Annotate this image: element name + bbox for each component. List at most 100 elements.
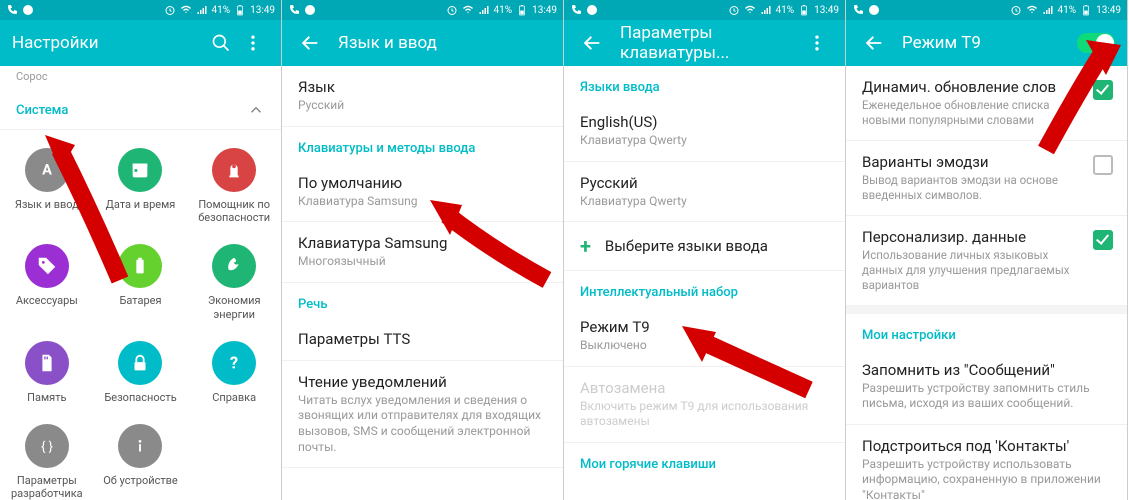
- item-default[interactable]: По умолчанию Клавиатура Samsung: [282, 162, 563, 223]
- app-bar: Язык и ввод: [282, 20, 563, 66]
- plus-icon: +: [580, 234, 591, 258]
- clock: 13:49: [532, 5, 557, 16]
- cal-icon: [118, 148, 162, 192]
- svg-text:?: ?: [230, 354, 238, 373]
- value: Клавиатура Qwerty: [580, 194, 829, 210]
- content: Динамич. обновление слов Еженедельное об…: [846, 66, 1127, 500]
- phone-t9-mode: 41% 13:49 Режим T9 Динамич. обновление с…: [846, 0, 1128, 500]
- item-learn-messages[interactable]: Запомнить из "Сообщений" Разрешить устро…: [846, 349, 1127, 425]
- back-button[interactable]: [576, 27, 608, 59]
- desc: Использование личных языковых данных для…: [862, 248, 1083, 293]
- wifi-icon: [462, 4, 474, 16]
- grid-item[interactable]: Дата и время: [94, 138, 188, 234]
- back-button[interactable]: [294, 27, 326, 59]
- app-bar: Режим T9: [846, 20, 1127, 66]
- q-icon: ?: [212, 341, 256, 385]
- desc: Вывод вариантов эмодзи на основе введенн…: [862, 173, 1083, 203]
- battery-icon: [234, 4, 246, 16]
- item-read-notifications[interactable]: Чтение уведомлений Читать вслух уведомле…: [282, 361, 563, 468]
- item-learn-contacts[interactable]: Подстроиться под 'Контакты' Разрешить ус…: [846, 425, 1127, 500]
- grid-label: Экономия энергии: [191, 294, 277, 320]
- label: Персонализир. данные: [862, 228, 1083, 246]
- label: Русский: [580, 174, 829, 192]
- status-bar: 41% 13:49: [282, 0, 563, 20]
- skype-icon: [22, 4, 34, 16]
- item-language[interactable]: Язык Русский: [282, 66, 563, 127]
- code-icon: { }: [25, 424, 69, 468]
- skype-icon: [586, 4, 598, 16]
- phone-icon: [6, 4, 18, 16]
- checkbox[interactable]: [1093, 155, 1113, 175]
- alarm-icon: [1010, 4, 1022, 16]
- section-hotkeys: Мои горячие клавиши: [564, 443, 845, 478]
- item-personal-data[interactable]: Персонализир. данные Использование личны…: [846, 216, 1127, 306]
- item-dynamic-update[interactable]: Динамич. обновление слов Еженедельное об…: [846, 66, 1127, 141]
- item-tts[interactable]: Параметры TTS: [282, 318, 563, 361]
- checkbox[interactable]: [1093, 80, 1113, 100]
- label: Выберите языки ввода: [605, 237, 768, 255]
- search-button[interactable]: [205, 27, 237, 59]
- item-russian[interactable]: Русский Клавиатура Qwerty: [564, 162, 845, 223]
- value: Включить режим T9 для использования авто…: [580, 399, 829, 430]
- status-bar: 41% 13:49: [846, 0, 1127, 20]
- master-toggle[interactable]: [1077, 33, 1115, 53]
- grid-item[interactable]: Батарея: [94, 234, 188, 330]
- grid-item[interactable]: Экономия энергии: [187, 234, 281, 330]
- label: Режим T9: [580, 318, 829, 336]
- section-speech: Речь: [282, 283, 563, 318]
- grid-label: Параметры разработчика: [4, 474, 90, 500]
- grid-item[interactable]: ?Справка: [187, 331, 281, 414]
- phone-icon: [852, 4, 864, 16]
- item-add-language[interactable]: + Выберите языки ввода: [564, 222, 845, 271]
- signal-icon: [196, 4, 208, 16]
- label: Язык: [298, 78, 547, 96]
- signal-icon: [760, 4, 772, 16]
- value: Читать вслух уведомления и сведения о зв…: [298, 393, 547, 455]
- grid-item[interactable]: Помощник по безопасности: [187, 138, 281, 234]
- app-bar: Настройки: [0, 20, 281, 66]
- siren-icon: [212, 148, 256, 192]
- item-english-us[interactable]: English(US) Клавиатура Qwerty: [564, 101, 845, 162]
- grid-label: Безопасность: [104, 391, 176, 404]
- grid-label: Об устройстве: [103, 474, 178, 487]
- label: English(US): [580, 113, 829, 131]
- app-bar: Параметры клавиатуры...: [564, 20, 845, 66]
- signal-icon: [1042, 4, 1054, 16]
- grid-label: Дата и время: [106, 198, 176, 211]
- phone-language-input: 41% 13:49 Язык и ввод Язык Русский Клави…: [282, 0, 564, 500]
- item-t9[interactable]: Режим T9 Выключено: [564, 306, 845, 367]
- section-my-settings: Мои настройки: [846, 314, 1127, 349]
- content: Сорос Система AЯзык и вводДата и времяПо…: [0, 66, 281, 500]
- battery-pct: 41%: [494, 5, 513, 16]
- back-button[interactable]: [858, 27, 890, 59]
- battery-pct: 41%: [776, 5, 795, 16]
- checkbox[interactable]: [1093, 230, 1113, 250]
- skype-icon: [304, 4, 316, 16]
- grid-item[interactable]: Безопасность: [94, 331, 188, 414]
- skype-icon: [868, 4, 880, 16]
- item-samsung-keyboard[interactable]: Клавиатура Samsung Многоязычный: [282, 222, 563, 283]
- overflow-button[interactable]: [237, 27, 269, 59]
- settings-grid: AЯзык и ввод Дата и время Помощник по безо…: [0, 130, 281, 500]
- section-system[interactable]: Система: [0, 91, 281, 130]
- alarm-icon: [728, 4, 740, 16]
- page-title: Язык и ввод: [338, 33, 551, 53]
- lock-icon: [118, 341, 162, 385]
- desc: Разрешить устройству запомнить стиль пис…: [862, 381, 1111, 412]
- overflow-button[interactable]: [801, 27, 833, 59]
- page-title: Настройки: [12, 33, 205, 53]
- section-input-langs: Языки ввода: [564, 66, 845, 101]
- content: Языки ввода English(US) Клавиатура Qwert…: [564, 66, 845, 500]
- battery-icon: [1080, 4, 1092, 16]
- A-icon: A: [25, 148, 69, 192]
- grid-item[interactable]: { } Параметры разработчика: [0, 414, 94, 500]
- i-icon: [118, 424, 162, 468]
- grid-item[interactable]: Память: [0, 331, 94, 414]
- grid-item[interactable]: AЯзык и ввод: [0, 138, 94, 234]
- grid-item[interactable]: Об устройстве: [94, 414, 188, 500]
- section-smart-typing: Интеллектуальный набор: [564, 271, 845, 306]
- item-emoji[interactable]: Варианты эмодзи Вывод вариантов эмодзи н…: [846, 141, 1127, 216]
- grid-item[interactable]: Аксессуары: [0, 234, 94, 330]
- desc: Еженедельное обновление списка новыми по…: [862, 98, 1083, 128]
- value: Многоязычный: [298, 254, 547, 270]
